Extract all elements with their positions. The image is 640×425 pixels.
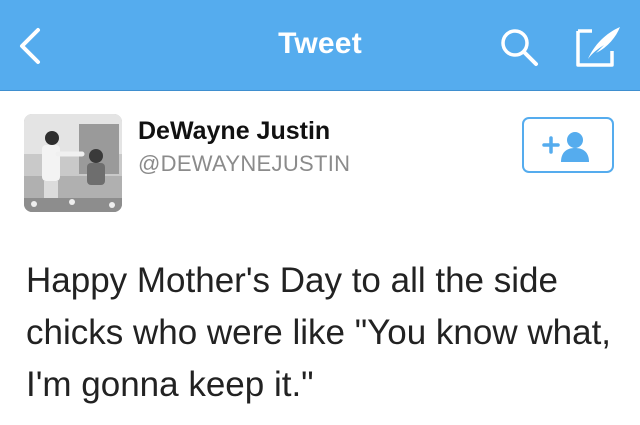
author-name[interactable]: DeWayne Justin xyxy=(138,117,330,146)
tweet-text: Happy Mother's Day to all the side chick… xyxy=(26,261,612,404)
compose-feather-icon xyxy=(576,27,620,67)
follow-button[interactable] xyxy=(522,117,614,173)
author-handle[interactable]: @DEWAYNEJUSTIN xyxy=(138,151,350,177)
search-button[interactable] xyxy=(496,26,544,70)
avatar[interactable] xyxy=(24,114,122,212)
profile-photo xyxy=(24,114,122,212)
page-title: Tweet xyxy=(278,27,362,60)
top-navigation-bar: Tweet xyxy=(0,0,640,91)
add-user-icon xyxy=(542,132,589,162)
compose-tweet-button[interactable] xyxy=(574,23,624,69)
search-icon xyxy=(501,29,538,66)
